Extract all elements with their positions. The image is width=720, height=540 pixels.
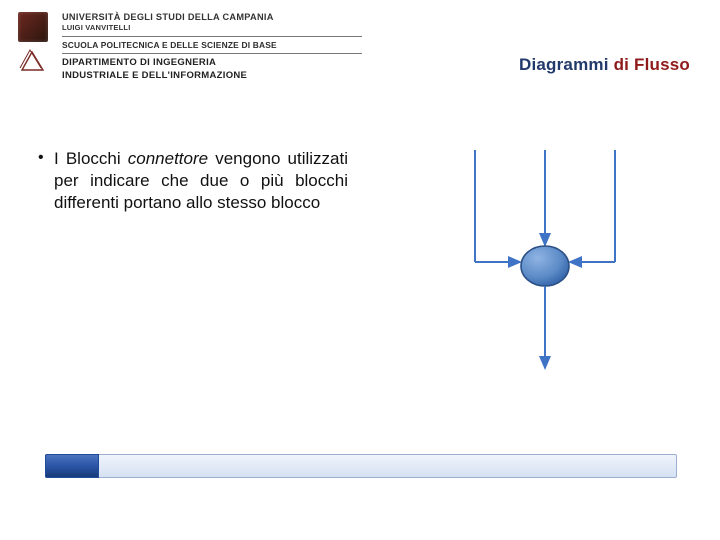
university-crest-icon — [18, 12, 48, 42]
institution-header: UNIVERSITÀ DEGLI STUDI DELLA CAMPANIA LU… — [18, 12, 378, 102]
connector-node-icon — [521, 246, 569, 286]
university-subname: LUIGI VANVITELLI — [62, 23, 362, 32]
bullet-keyword: connettore — [128, 149, 208, 168]
header-text-block: UNIVERSITÀ DEGLI STUDI DELLA CAMPANIA LU… — [62, 12, 362, 82]
school-name: SCUOLA POLITECNICA E DELLE SCIENZE DI BA… — [62, 40, 362, 50]
department-name-line2: INDUSTRIALE E DELL'INFORMAZIONE — [62, 71, 362, 82]
university-name: UNIVERSITÀ DEGLI STUDI DELLA CAMPANIA — [62, 12, 362, 22]
footer-bar — [45, 454, 677, 478]
divider-line — [62, 36, 362, 37]
connector-diagram — [420, 150, 670, 410]
bullet-text-prefix: I Blocchi — [54, 149, 128, 168]
bullet-dot-icon: • — [38, 148, 54, 213]
title-part-blue: Diagrammi — [519, 55, 609, 74]
school-logo-icon — [18, 48, 48, 76]
title-part-red: di Flusso — [614, 55, 690, 74]
footer-accent — [45, 454, 99, 478]
slide: UNIVERSITÀ DEGLI STUDI DELLA CAMPANIA LU… — [0, 0, 720, 540]
bullet-item: • I Blocchi connettore vengono utilizzat… — [38, 148, 348, 213]
slide-title: Diagrammi di Flusso — [519, 55, 690, 75]
divider-line — [62, 53, 362, 54]
department-name-line1: DIPARTIMENTO DI INGEGNERIA — [62, 58, 362, 69]
bullet-content: I Blocchi connettore vengono utilizzati … — [54, 148, 348, 213]
body-text: • I Blocchi connettore vengono utilizzat… — [38, 148, 348, 213]
